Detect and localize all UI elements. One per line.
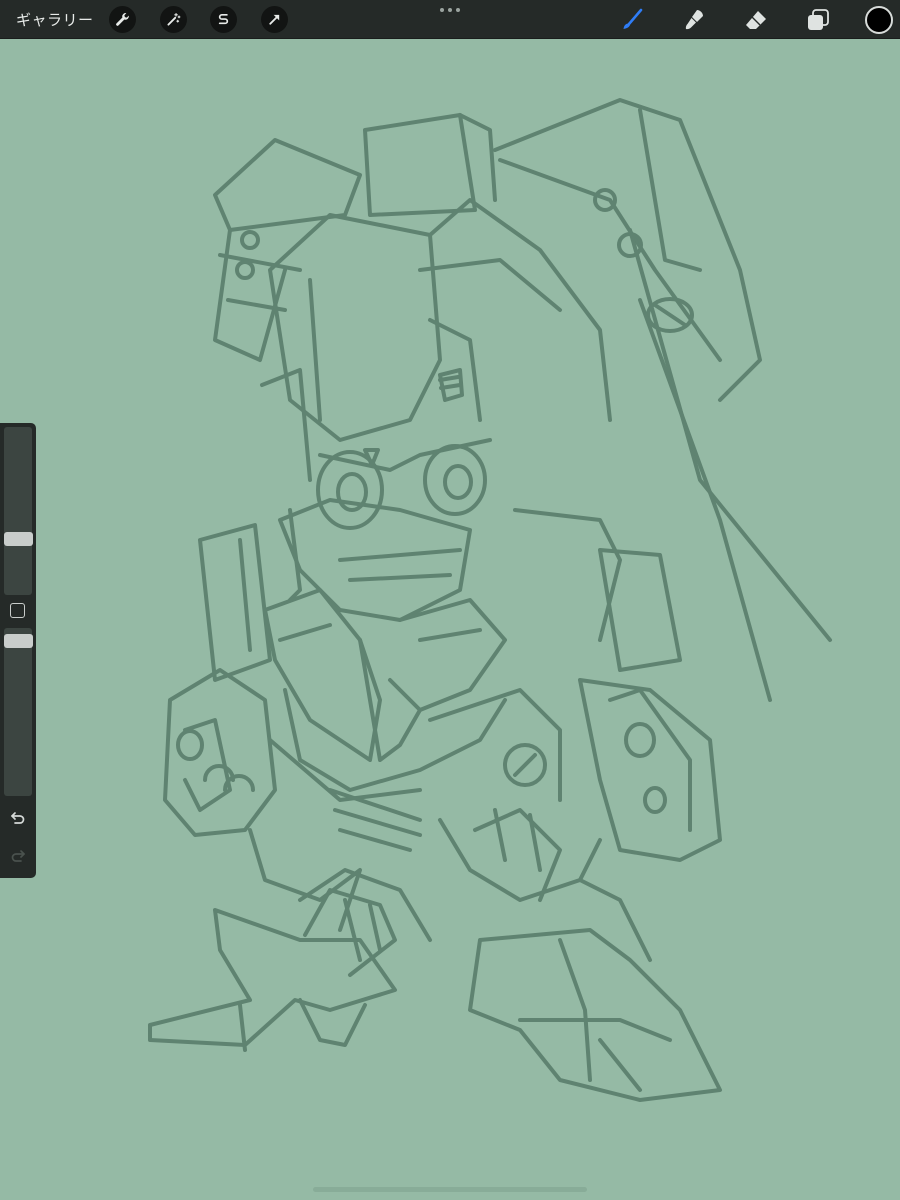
more-options-icon[interactable] — [440, 8, 460, 14]
transform-button[interactable] — [261, 6, 288, 33]
layers-icon — [808, 9, 829, 30]
robot-sketch — [148, 98, 832, 1102]
brush-tool-button[interactable] — [617, 5, 647, 35]
actions-button[interactable] — [109, 6, 136, 33]
adjustments-button[interactable] — [160, 6, 187, 33]
brush-icon — [623, 8, 643, 29]
layers-button[interactable] — [803, 5, 833, 35]
selection-button[interactable] — [210, 6, 237, 33]
drawing-canvas[interactable] — [0, 39, 900, 1200]
transform-arrow-icon — [269, 14, 280, 25]
smudge-tool-button[interactable] — [679, 5, 709, 35]
eraser-icon — [746, 11, 766, 29]
top-toolbar: ギャラリー — [0, 0, 900, 39]
selection-s-icon — [218, 13, 229, 25]
magic-wand-icon — [167, 12, 181, 26]
home-indicator[interactable] — [313, 1187, 587, 1192]
wrench-icon — [116, 13, 129, 26]
gallery-button[interactable]: ギャラリー — [16, 9, 94, 30]
color-picker-button[interactable] — [865, 6, 893, 34]
eraser-tool-button[interactable] — [741, 5, 771, 35]
smudge-icon — [685, 10, 703, 30]
